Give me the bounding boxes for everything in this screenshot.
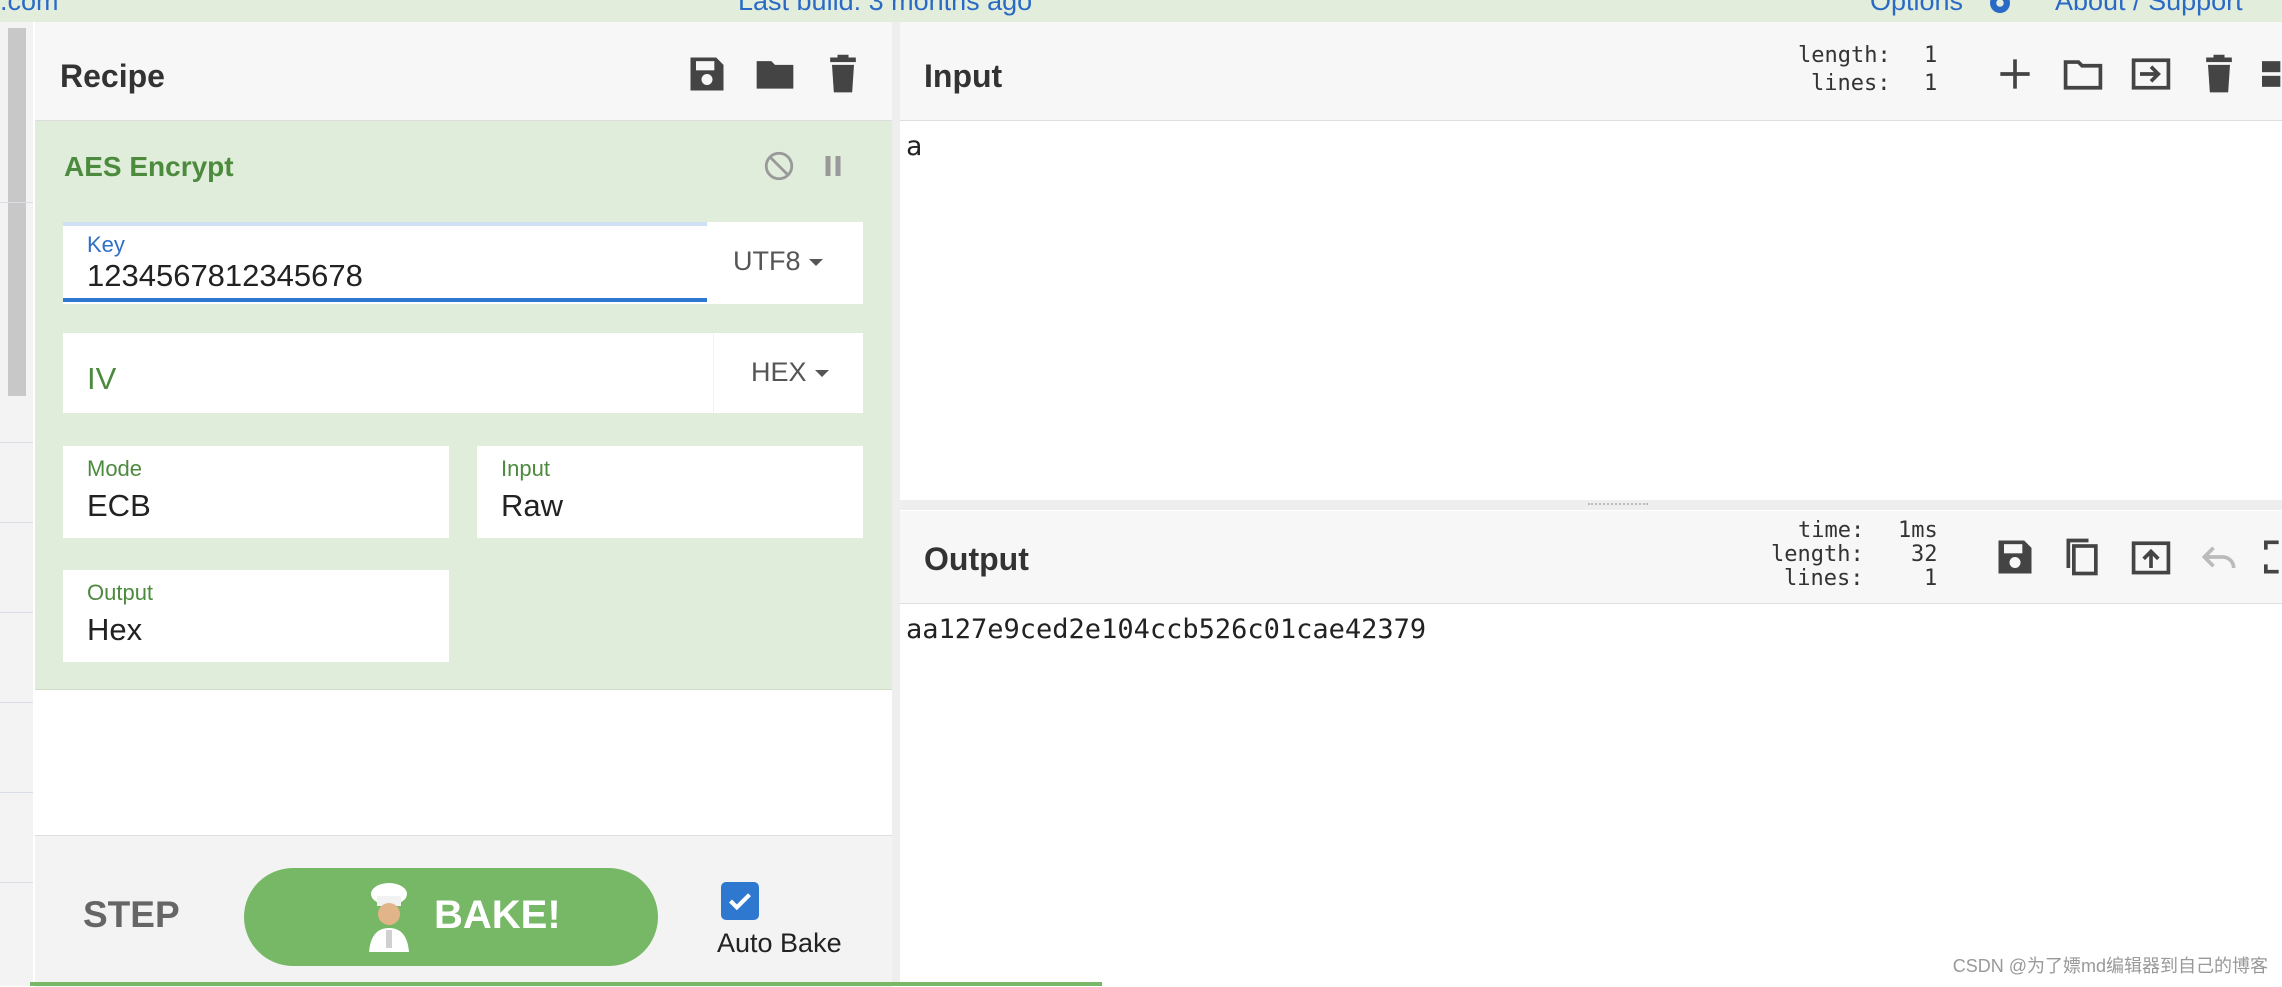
recipe-header: Recipe — [35, 22, 892, 121]
iv-field[interactable]: IV HEX — [63, 333, 863, 413]
input-format-select[interactable]: Input Raw — [477, 446, 863, 538]
copy-output-icon[interactable] — [2061, 535, 2105, 579]
input-title: Input — [924, 58, 1003, 94]
csdn-watermark: CSDN @为了嫖md编辑器到自己的博客 — [1952, 956, 2268, 976]
input-length-label: length: — [1798, 43, 1891, 68]
open-folder-input-icon[interactable] — [2129, 52, 2173, 96]
checkmark-icon — [729, 893, 751, 911]
input-text[interactable]: a — [906, 131, 922, 162]
operation-title: AES Encrypt — [64, 151, 234, 182]
gutter-divider — [0, 612, 33, 613]
output-display[interactable]: aa127e9ced2e104ccb526c01cae42379 — [900, 604, 2282, 986]
output-format-select[interactable]: Output Hex — [63, 570, 449, 662]
last-build-link[interactable]: Last build: 3 months ago — [738, 0, 1032, 17]
gutter-divider — [0, 522, 33, 523]
layout-grid-icon[interactable] — [2262, 52, 2282, 96]
open-file-folder-icon[interactable] — [2061, 52, 2105, 96]
site-link[interactable]: .com — [0, 0, 59, 17]
output-title: Output — [924, 541, 1029, 577]
input-format-value: Raw — [501, 488, 564, 523]
iv-input-placeholder[interactable]: IV — [87, 361, 116, 397]
output-text[interactable]: aa127e9ced2e104ccb526c01cae42379 — [906, 614, 1426, 645]
gear-icon[interactable] — [1985, 0, 2015, 18]
gutter-divider — [0, 702, 33, 703]
maximise-output-icon[interactable] — [2264, 535, 2282, 579]
key-label: Key — [87, 232, 125, 257]
replace-input-with-output-icon[interactable] — [2129, 535, 2173, 579]
vertical-pane-splitter[interactable] — [892, 22, 900, 986]
input-format-label: Input — [501, 456, 550, 481]
horizontal-pane-splitter[interactable] — [900, 500, 2282, 510]
gutter-divider — [0, 442, 33, 443]
mode-select[interactable]: Mode ECB — [63, 446, 449, 538]
mode-value: ECB — [87, 488, 151, 523]
bake-button[interactable]: BAKE! — [244, 868, 658, 966]
bake-controls: STEP BAKE! Auto Bake — [35, 835, 892, 987]
chevron-down-icon — [814, 370, 829, 378]
gutter-divider — [0, 882, 33, 883]
step-button[interactable]: STEP — [83, 894, 180, 936]
key-input[interactable]: 1234567812345678 — [87, 258, 363, 294]
chef-icon — [359, 882, 419, 952]
key-focus-underline — [63, 298, 707, 302]
top-banner: .com Last build: 3 months ago Options Ab… — [0, 0, 2282, 22]
auto-bake-label: Auto Bake — [717, 928, 842, 958]
output-length-label: length: — [1771, 542, 1864, 567]
add-tab-plus-icon[interactable] — [1993, 52, 2037, 96]
auto-bake-checkbox[interactable] — [721, 882, 759, 920]
clear-recipe-trash-icon[interactable] — [821, 52, 865, 96]
output-lines-value: 1 — [1924, 566, 1938, 591]
status-progress-strip — [30, 982, 1102, 986]
output-time-label: time: — [1798, 518, 1865, 543]
breakpoint-pause-icon[interactable] — [818, 151, 848, 181]
output-length-value: 32 — [1911, 542, 1938, 567]
gutter-divider — [0, 202, 33, 203]
recipe-drop-area[interactable] — [35, 690, 892, 834]
options-link[interactable]: Options — [1870, 0, 1963, 17]
aes-encrypt-operation: AES Encrypt Key 1234567812345678 UTF8 IV… — [35, 121, 892, 690]
output-time-value: 1ms — [1898, 518, 1938, 543]
iv-divider — [713, 333, 714, 413]
recipe-title: Recipe — [60, 58, 165, 94]
input-lines-label: lines: — [1811, 71, 1891, 96]
output-header: Output time: 1ms length: 32 lines: 1 — [900, 511, 2282, 604]
load-recipe-folder-icon[interactable] — [753, 52, 797, 96]
input-length-value: 1 — [1924, 43, 1938, 68]
key-field[interactable]: Key 1234567812345678 UTF8 — [63, 222, 863, 304]
mode-label: Mode — [87, 456, 143, 481]
save-recipe-icon[interactable] — [685, 52, 729, 96]
input-editor[interactable]: a — [900, 121, 2282, 499]
key-encoding-value: UTF8 — [733, 246, 801, 276]
iv-encoding-dropdown[interactable]: HEX — [751, 357, 829, 388]
scrollbar-thumb[interactable] — [8, 28, 26, 396]
key-encoding-dropdown[interactable]: UTF8 — [733, 246, 823, 277]
key-focus-outline — [63, 222, 707, 226]
output-format-value: Hex — [87, 612, 143, 647]
gutter-divider — [0, 792, 33, 793]
bake-label: BAKE! — [434, 893, 561, 937]
save-output-icon[interactable] — [1993, 535, 2037, 579]
about-support-link[interactable]: About / Support — [2055, 0, 2243, 17]
input-header: Input length: 1 lines: 1 — [900, 22, 2282, 121]
output-lines-label: lines: — [1784, 566, 1864, 591]
left-scroll-gutter — [0, 22, 33, 986]
iv-encoding-value: HEX — [751, 357, 807, 387]
clear-input-trash-icon[interactable] — [2197, 52, 2241, 96]
input-lines-value: 1 — [1924, 71, 1938, 96]
splitter-grip — [1588, 503, 1648, 508]
disable-operation-icon[interactable] — [762, 149, 796, 183]
undo-icon[interactable] — [2197, 535, 2241, 579]
chevron-down-icon — [808, 259, 823, 267]
output-format-label: Output — [87, 580, 154, 605]
